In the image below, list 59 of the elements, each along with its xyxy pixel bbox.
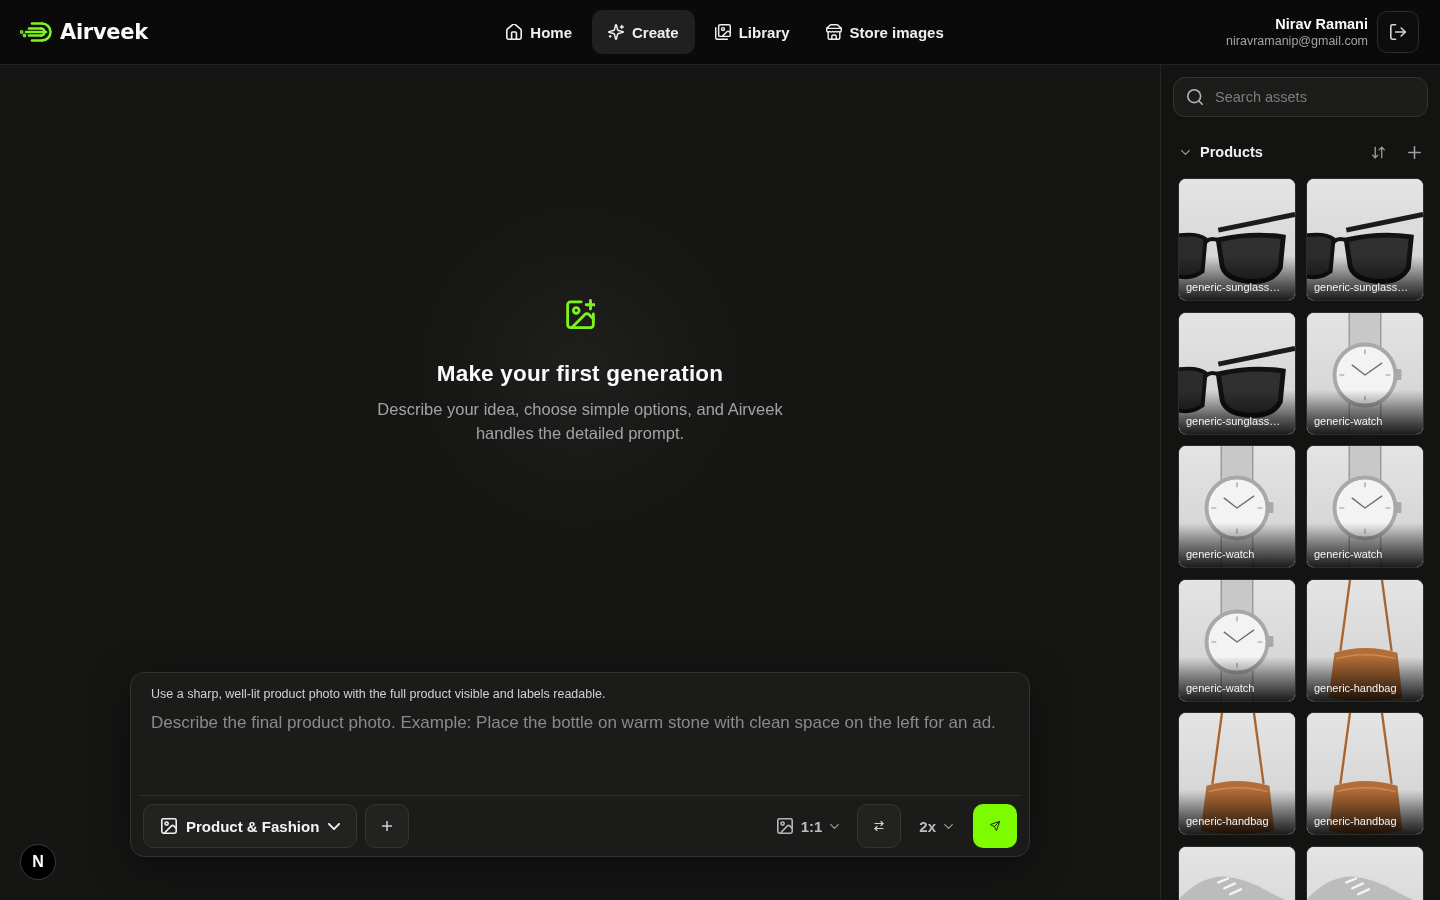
asset-tile[interactable]: generic-sunglass… [1178, 178, 1296, 301]
asset-tile[interactable]: generic-watch [1178, 578, 1296, 702]
asset-tile[interactable]: generic-handbag [1178, 712, 1296, 835]
search-icon [1187, 89, 1203, 105]
nav-tab[interactable]: Home [490, 10, 588, 54]
asset-label: generic-handbag [1314, 814, 1397, 828]
asset-label: generic-sunglass… [1186, 280, 1281, 294]
asset-label: generic-watch [1186, 680, 1255, 695]
prompt-hint: Use a sharp, well-lit product photo with the full product visible and labels readable. [151, 686, 607, 702]
empty-state-description: Describe your idea, choose simple options, and Airveek handles the detailed prompt. [376, 398, 784, 444]
logout-button[interactable] [1377, 11, 1419, 53]
asset-label: generic-sunglass… [1186, 413, 1281, 428]
asset-label: generic-watch [1314, 547, 1383, 561]
chevron-icon [1181, 149, 1190, 155]
user-name: Nirav Ramani [1275, 14, 1368, 33]
sort-arrows-icon [1371, 145, 1385, 159]
logout-icon [1390, 24, 1406, 40]
asset-label: generic-watch [1314, 413, 1383, 428]
send-icon [990, 821, 1000, 831]
prompt-composer[interactable] [130, 672, 1030, 857]
aspect-ratio-dropdown[interactable]: 1:1 [766, 804, 850, 848]
search-input[interactable]: Search assets [1215, 89, 1414, 105]
image-icon [776, 818, 793, 834]
send-button[interactable] [973, 804, 1017, 848]
nav-tab[interactable]: Create [592, 10, 695, 54]
asset-tile[interactable]: generic-handbag [1306, 578, 1424, 702]
asset-tile[interactable]: generic-watch [1178, 445, 1296, 568]
chevron-down-icon [328, 822, 341, 830]
images-icon [714, 24, 731, 40]
asset-tile[interactable]: generic-watch [1306, 445, 1424, 568]
chevron-down-icon [830, 823, 840, 829]
nav-tab[interactable]: Store images [809, 10, 960, 54]
category-dropdown[interactable]: Product & Fashion [143, 804, 358, 848]
empty-state-title: Make your first generation [436, 359, 724, 388]
count-dropdown[interactable]: 2x [909, 804, 963, 848]
chevron-down-icon [944, 823, 953, 829]
section-toggle[interactable]: Products [1177, 138, 1267, 166]
image-icon [161, 818, 177, 834]
store-icon [825, 24, 842, 40]
plus-icon [1407, 145, 1421, 159]
swap-arrows-icon [874, 821, 885, 831]
plus-icon [382, 821, 393, 831]
logo-text: Airveek [60, 20, 148, 44]
asset-label: generic-sunglass… [1314, 280, 1409, 294]
asset-label: generic-handbag [1314, 680, 1397, 695]
asset-tile[interactable]: generic-watch [1306, 311, 1424, 435]
sparkles-icon [608, 24, 624, 40]
nav-tab[interactable]: Library [698, 10, 806, 54]
asset-label: generic-handbag [1186, 814, 1269, 828]
prompt-field[interactable]: Describe the final product photo. Example: Place the bottle on warm stone with clean space on the left for an ad. [151, 712, 1009, 791]
asset-tile[interactable]: generic-sunglass… [1306, 178, 1424, 301]
search-field[interactable]: Search assets [1173, 77, 1428, 117]
asset-label: generic-watch [1186, 547, 1255, 561]
user-email: niravramanip@gmail.com [1226, 32, 1368, 50]
asset-tile[interactable]: generic-sunglass… [1178, 311, 1296, 435]
dev-tools-badge[interactable]: N [20, 844, 56, 880]
home-icon [506, 24, 523, 40]
image-plus-icon [565, 298, 595, 329]
asset-tile[interactable]: generic-handbag [1306, 712, 1424, 835]
